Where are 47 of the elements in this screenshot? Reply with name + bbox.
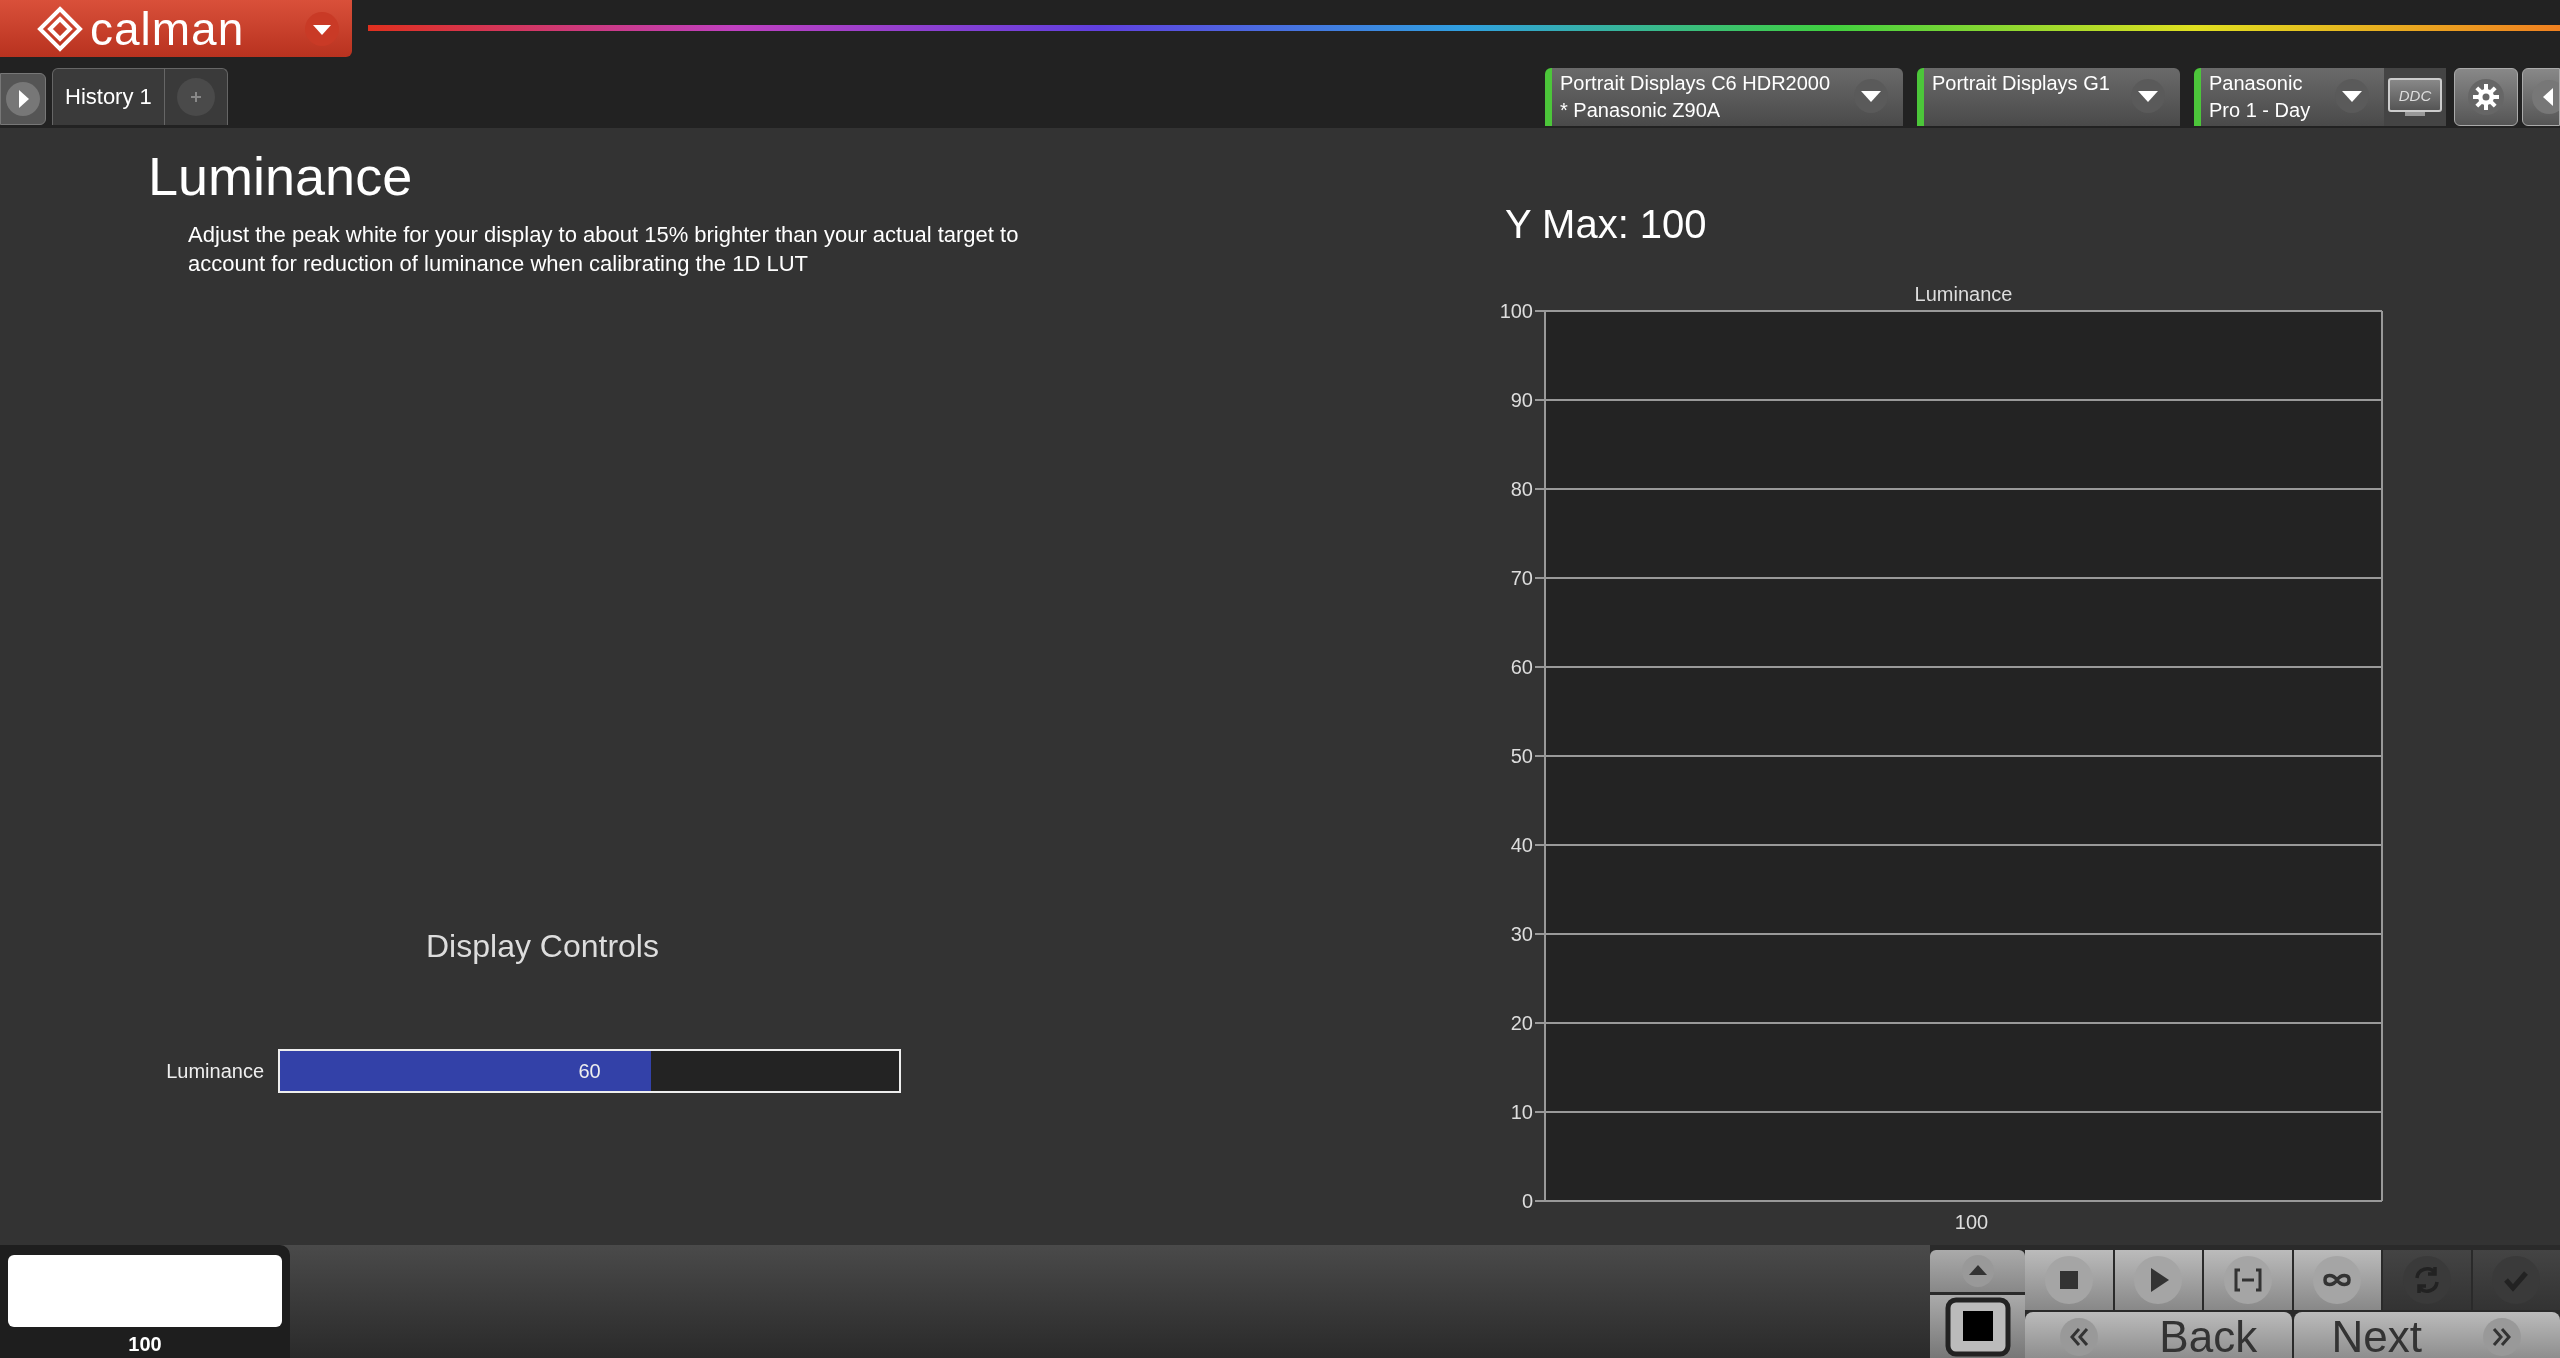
y-tick-label: 0 bbox=[1521, 1190, 1533, 1212]
device-dropdown[interactable]: Panasonic Pro 1 - Day bbox=[2194, 68, 2384, 126]
chart-heading: Y Max: 100 bbox=[1505, 202, 1707, 247]
section-heading: Display Controls bbox=[426, 928, 659, 965]
luminance-slider[interactable]: 60 bbox=[278, 1049, 901, 1093]
y-tick-label: 90 bbox=[1510, 389, 1533, 411]
slider-label: Luminance bbox=[165, 1059, 265, 1083]
caret-icon bbox=[304, 11, 340, 47]
settings-icon bbox=[2467, 78, 2505, 116]
bracket-arrows-icon bbox=[2222, 1255, 2273, 1305]
instructions-text: Adjust the peak white for your display to about 15% brighter than your actual target to account for reduction of luminance when calibrating the 1D LUT bbox=[188, 221, 1020, 278]
settings-button[interactable] bbox=[2454, 68, 2518, 126]
device-dropdown[interactable]: Portrait Displays G1 bbox=[1917, 68, 2180, 126]
collapse-button[interactable] bbox=[2522, 68, 2560, 126]
stop-pattern-button[interactable] bbox=[1930, 1295, 2025, 1358]
y-tick-label: 20 bbox=[1510, 1012, 1533, 1034]
square-icon bbox=[1944, 1296, 2011, 1357]
expand-button[interactable] bbox=[0, 73, 46, 125]
next-button[interactable]: Next bbox=[2293, 1312, 2560, 1358]
y-tick-label: 10 bbox=[1510, 1101, 1533, 1123]
left-arrow-icon bbox=[2529, 79, 2559, 115]
swatch-label: 100 bbox=[128, 1333, 162, 1356]
y-tick-label: 80 bbox=[1510, 478, 1533, 500]
infinity-icon bbox=[2312, 1255, 2363, 1305]
y-tick-label: 100 bbox=[1499, 300, 1533, 322]
toolbar-button[interactable] bbox=[2025, 1250, 2113, 1310]
toolbar-button[interactable] bbox=[2293, 1250, 2381, 1310]
diamond-logo-icon bbox=[36, 4, 84, 53]
y-tick-label: 40 bbox=[1510, 834, 1533, 856]
y-tick-label: 50 bbox=[1510, 745, 1533, 767]
page-title: Luminance bbox=[148, 145, 413, 208]
toolbar-button[interactable] bbox=[2114, 1250, 2202, 1310]
y-tick-label: 60 bbox=[1510, 656, 1533, 678]
play-icon bbox=[2133, 1255, 2184, 1305]
y-tick-label: 30 bbox=[1510, 923, 1533, 945]
chart-title: Luminance bbox=[1914, 285, 2013, 305]
app-logo-text: calman bbox=[90, 5, 245, 52]
add-tab-icon[interactable] bbox=[175, 77, 216, 117]
stop-icon bbox=[2043, 1255, 2094, 1305]
y-tick-label: 70 bbox=[1510, 567, 1533, 589]
back-button[interactable]: Back bbox=[2025, 1312, 2292, 1358]
app-menu-button[interactable]: calman bbox=[0, 0, 352, 57]
device-dropdown[interactable]: Portrait Displays C6 HDR2000 * Panasonic Z90A bbox=[1545, 68, 1903, 126]
x-tick-label: 100 bbox=[1954, 1211, 1989, 1233]
ddc-monitor-button[interactable]: DDC bbox=[2388, 78, 2442, 112]
expand-up-button[interactable] bbox=[1930, 1250, 2025, 1292]
toolbar-button[interactable] bbox=[2204, 1250, 2292, 1310]
